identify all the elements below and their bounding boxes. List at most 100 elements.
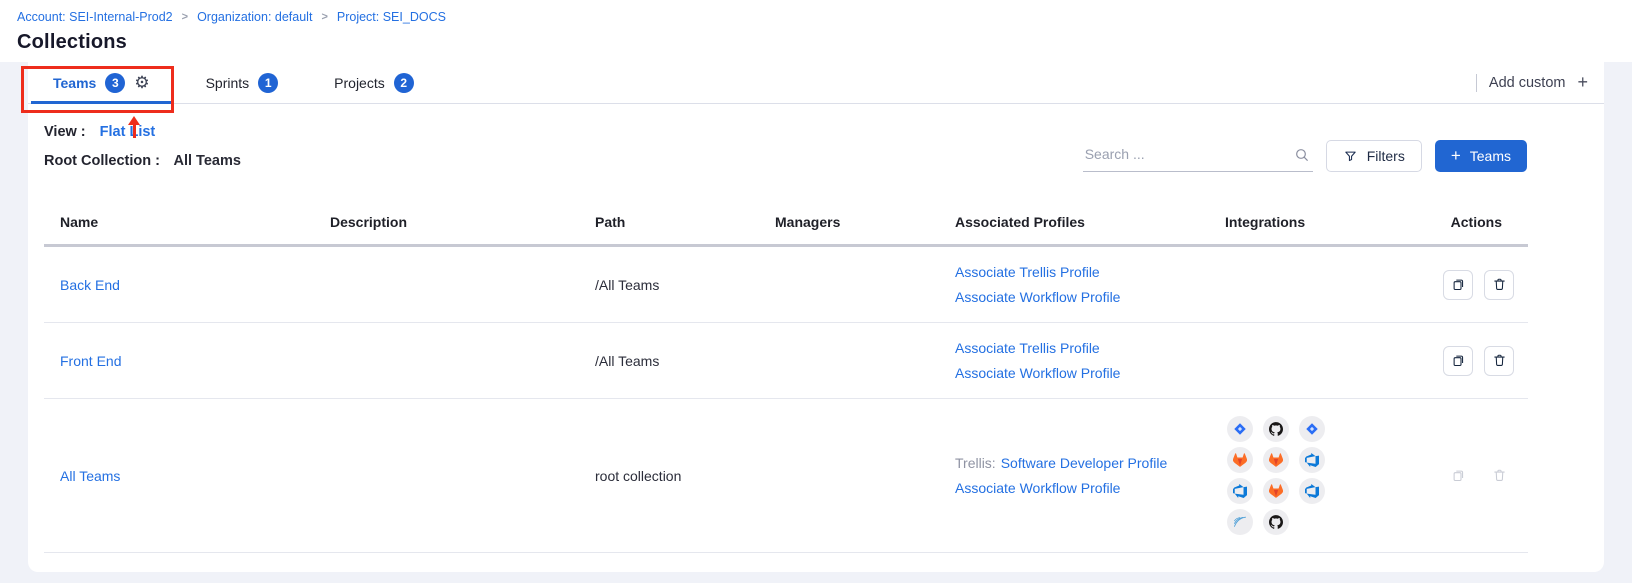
column-header-managers: Managers: [775, 214, 955, 230]
collections-panel: Teams3⚙ Sprints 1 Projects2 Add custom + Vi…: [28, 62, 1604, 572]
collection-name-link[interactable]: Back End: [60, 277, 120, 293]
github-icon[interactable]: [1263, 416, 1289, 442]
associate-profile-link[interactable]: Associate Trellis Profile: [955, 264, 1100, 280]
search-input[interactable]: [1083, 140, 1313, 172]
azure-devops-icon[interactable]: [1227, 478, 1253, 504]
add-teams-button[interactable]: + Teams: [1435, 140, 1527, 172]
github-icon[interactable]: [1263, 509, 1289, 535]
root-collection-value: All Teams: [174, 153, 241, 169]
table-body: Back End/All Teams Associate Trellis Prof…: [44, 247, 1528, 553]
sonarqube-icon[interactable]: [1227, 509, 1253, 535]
profiles-cell: Associate Trellis Profile Associate Workf…: [955, 333, 1225, 388]
github-logo: [1269, 515, 1283, 529]
profile-line: Associate Workflow Profile: [955, 363, 1225, 383]
gear-icon[interactable]: ⚙: [134, 74, 149, 91]
tab-count-badge: 1: [258, 73, 278, 93]
profile-line: Associate Workflow Profile: [955, 287, 1225, 307]
column-header-associated-profiles: Associated Profiles: [955, 214, 1225, 230]
associate-profile-link[interactable]: Associate Workflow Profile: [955, 289, 1120, 305]
table-row: Back End/All Teams Associate Trellis Prof…: [44, 247, 1528, 323]
name-cell: Back End: [44, 277, 330, 293]
actions-cell: [1443, 270, 1528, 300]
add-teams-label: Teams: [1470, 148, 1511, 164]
breadcrumb-link-2[interactable]: Project: SEI_DOCS: [337, 10, 446, 24]
associate-profile-link[interactable]: Associate Workflow Profile: [955, 480, 1120, 496]
duplicate-button[interactable]: [1443, 346, 1473, 376]
gitlab-logo: [1269, 453, 1283, 467]
sonarqube-logo: [1233, 515, 1247, 529]
copy-icon: [1451, 468, 1466, 483]
delete-button[interactable]: [1484, 346, 1514, 376]
path-cell: /All Teams: [595, 277, 775, 293]
root-collection-label: Root Collection :: [44, 153, 160, 169]
table-row: Front End/All Teams Associate Trellis Pro…: [44, 323, 1528, 399]
collection-name-link[interactable]: All Teams: [60, 468, 120, 484]
tab-sprints[interactable]: Sprints 1: [184, 62, 301, 103]
collection-name-link[interactable]: Front End: [60, 353, 121, 369]
funnel-icon: [1343, 149, 1358, 164]
add-custom-button[interactable]: Add custom +: [1476, 72, 1588, 93]
column-header-description: Description: [330, 214, 595, 230]
tab-label: Sprints: [206, 75, 250, 91]
column-header-path: Path: [595, 214, 775, 230]
name-cell: Front End: [44, 353, 330, 369]
name-cell: All Teams: [44, 468, 330, 484]
profile-line: Associate Trellis Profile: [955, 262, 1225, 282]
jira-icon[interactable]: [1227, 416, 1253, 442]
jira-icon[interactable]: [1299, 416, 1325, 442]
profile-line: Trellis:Software Developer Profile: [955, 453, 1225, 473]
path-cell: root collection: [595, 468, 775, 484]
github-logo: [1269, 422, 1283, 436]
search-box: [1083, 140, 1313, 172]
jira-logo: [1305, 422, 1319, 436]
gitlab-icon[interactable]: [1263, 478, 1289, 504]
duplicate-button: [1443, 461, 1473, 491]
trash-icon: [1492, 277, 1507, 292]
tab-bar: Teams3⚙ Sprints 1 Projects2 Add custom +: [28, 62, 1604, 104]
page-title: Collections: [17, 31, 1616, 54]
delete-button[interactable]: [1484, 270, 1514, 300]
profile-line: Associate Trellis Profile: [955, 338, 1225, 358]
gitlab-icon[interactable]: [1227, 447, 1253, 473]
table-header: NameDescriptionPathManagersAssociated Pr…: [44, 196, 1528, 247]
trash-icon: [1492, 468, 1507, 483]
duplicate-button[interactable]: [1443, 270, 1473, 300]
trash-icon: [1492, 353, 1507, 368]
breadcrumb-link-0[interactable]: Account: SEI-Internal-Prod2: [17, 10, 173, 24]
azure-devops-logo: [1305, 484, 1319, 498]
associate-profile-link[interactable]: Software Developer Profile: [1001, 455, 1168, 471]
gitlab-logo: [1269, 484, 1283, 498]
column-header-integrations: Integrations: [1225, 214, 1440, 230]
breadcrumb-separator: >: [182, 11, 188, 23]
gitlab-logo: [1233, 453, 1247, 467]
filters-button[interactable]: Filters: [1326, 140, 1422, 172]
copy-icon: [1451, 277, 1466, 292]
actions-cell: [1443, 346, 1528, 376]
view-label: View :: [44, 124, 86, 140]
breadcrumb-link-1[interactable]: Organization: default: [197, 10, 312, 24]
azure-devops-icon[interactable]: [1299, 447, 1325, 473]
collections-table: NameDescriptionPathManagersAssociated Pr…: [44, 196, 1528, 553]
table-row: All Teams root collection Trellis:Software…: [44, 399, 1528, 553]
copy-icon: [1451, 353, 1466, 368]
search-icon: [1294, 147, 1310, 163]
filters-label: Filters: [1367, 148, 1405, 164]
tab-label: Projects: [334, 75, 385, 91]
tab-projects[interactable]: Projects2: [312, 62, 436, 103]
azure-devops-logo: [1233, 484, 1247, 498]
view-mode-link[interactable]: Flat List: [100, 124, 156, 140]
gitlab-icon[interactable]: [1263, 447, 1289, 473]
actions-cell: [1443, 461, 1528, 491]
tab-teams[interactable]: Teams3⚙: [31, 62, 172, 103]
associate-profile-link[interactable]: Associate Trellis Profile: [955, 340, 1100, 356]
column-header-actions: Actions: [1451, 214, 1528, 230]
azure-devops-logo: [1305, 453, 1319, 467]
azure-devops-icon[interactable]: [1299, 478, 1325, 504]
delete-button: [1484, 461, 1514, 491]
profiles-cell: Associate Trellis Profile Associate Workf…: [955, 257, 1225, 312]
controls-bar: View : Flat List Root Collection : All T…: [44, 124, 1588, 172]
path-cell: /All Teams: [595, 353, 775, 369]
root-collection-row: Root Collection : All Teams: [44, 153, 241, 169]
associate-profile-link[interactable]: Associate Workflow Profile: [955, 365, 1120, 381]
column-header-name: Name: [44, 214, 330, 230]
